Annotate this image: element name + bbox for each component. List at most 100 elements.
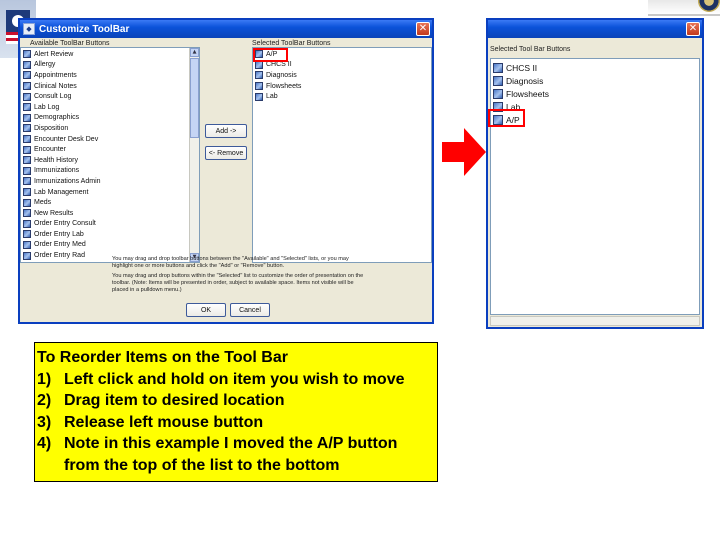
list-item-label: Order Entry Lab (34, 230, 84, 238)
app-icon: ◆ (23, 23, 35, 35)
list-item-label: CHCS II (266, 61, 292, 69)
list-item[interactable]: Meds (23, 197, 199, 208)
list-item[interactable]: Health History (23, 155, 199, 166)
toolbar-button-icon (493, 62, 503, 73)
list-item[interactable]: Disposition (23, 123, 199, 134)
toolbar-button-icon (23, 156, 31, 165)
close-icon[interactable]: ✕ (416, 22, 430, 36)
instruction-step: 1) Left click and hold on item you wish … (37, 369, 437, 391)
list-item-label: Lab Management (34, 188, 89, 196)
list-item-label: Diagnosis (506, 75, 544, 86)
toolbar-button-icon (23, 124, 31, 133)
list-item[interactable]: Diagnosis (493, 74, 699, 87)
step-text: Drag item to desired location (64, 392, 285, 409)
available-list-label: Available ToolBar Buttons (30, 40, 110, 47)
toolbar-button-icon (23, 177, 31, 186)
step-number: 4) (37, 435, 52, 452)
list-item-label: Allergy (34, 61, 56, 69)
toolbar-button-icon (255, 71, 263, 80)
toolbar-button-icon (23, 50, 31, 59)
list-item[interactable]: Order Entry Consult (23, 219, 199, 230)
list-item-label: Order Entry Rad (34, 252, 85, 260)
available-scrollbar[interactable]: ▲ ▼ (189, 48, 199, 262)
step-number: 1) (37, 370, 52, 388)
seal-icon (698, 0, 720, 12)
customize-toolbar-dialog: ◆ Customize ToolBar ✕ Available ToolBar … (18, 18, 434, 324)
list-item-label: Lab Log (34, 103, 60, 111)
right-arrow-icon (442, 128, 486, 176)
list-item[interactable]: Appointments (23, 70, 199, 81)
instruction-step: 4) Note in this example I moved the A/P … (37, 433, 437, 476)
help-note-reorder: You may drag and drop buttons within the… (112, 273, 364, 293)
seal-logo (648, 0, 720, 16)
list-item-label: Clinical Notes (34, 82, 77, 90)
toolbar-button-icon (23, 145, 31, 154)
result-titlebar: ✕ (488, 20, 702, 38)
list-item[interactable]: Flowsheets (493, 87, 699, 100)
list-item[interactable]: Alert Review (23, 49, 199, 60)
list-item-label: Meds (34, 199, 52, 207)
list-item-label: Disposition (34, 124, 69, 132)
toolbar-button-icon (23, 103, 31, 112)
toolbar-button-icon (255, 92, 263, 101)
list-item[interactable]: Consult Log (23, 91, 199, 102)
instruction-step: 3) Release left mouse button (37, 412, 437, 434)
scroll-thumb[interactable] (190, 58, 199, 138)
list-item-label: Immunizations (34, 167, 80, 175)
available-list[interactable]: Alert Review Allergy Appointments Clinical … (20, 47, 200, 263)
list-item-label: New Results (34, 209, 74, 217)
result-list[interactable]: CHCS II Diagnosis Flowsheets Lab A/P (490, 58, 700, 315)
list-item[interactable]: Lab Management (23, 187, 199, 198)
result-hscrollbar[interactable] (490, 316, 700, 326)
list-item-label: Diagnosis (266, 71, 297, 79)
list-item[interactable]: Lab (255, 91, 431, 102)
close-icon[interactable]: ✕ (686, 22, 700, 36)
list-item[interactable]: Order Entry Lab (23, 229, 199, 240)
cancel-button[interactable]: Cancel (230, 303, 270, 317)
add-button[interactable]: Add -> (205, 124, 247, 138)
list-item[interactable]: Order Entry Med (23, 240, 199, 251)
ok-button[interactable]: OK (186, 303, 226, 317)
remove-button[interactable]: <- Remove (205, 146, 247, 160)
list-item[interactable]: Lab Log (23, 102, 199, 113)
ap-highlight-bottom (488, 109, 525, 127)
dialog-titlebar: ◆ Customize ToolBar ✕ (20, 20, 432, 38)
toolbar-button-icon (23, 92, 31, 101)
instructions-panel: To Reorder Items on the Tool Bar 1) Left… (34, 342, 438, 482)
toolbar-button-icon (23, 166, 31, 175)
list-item-label: Consult Log (34, 93, 72, 101)
step-text: Note in this example I moved the A/P but… (64, 435, 398, 474)
toolbar-button-icon (255, 60, 263, 69)
list-item[interactable]: Flowsheets (255, 81, 431, 92)
list-item-label: Order Entry Consult (34, 220, 96, 228)
list-item-label: Order Entry Med (34, 241, 86, 249)
list-item[interactable]: Encounter Desk Dev (23, 134, 199, 145)
toolbar-button-icon (23, 240, 31, 249)
list-item-label: CHCS II (506, 62, 538, 73)
list-item-label: Flowsheets (506, 88, 549, 99)
toolbar-button-icon (23, 60, 31, 69)
selected-list[interactable]: A/P CHCS II Diagnosis Flowsheets Lab (252, 47, 432, 263)
toolbar-button-icon (493, 75, 503, 86)
scroll-up-icon[interactable]: ▲ (190, 48, 199, 57)
result-list-label: Selected Tool Bar Buttons (490, 46, 571, 53)
list-item[interactable]: Diagnosis (255, 70, 431, 81)
toolbar-button-icon (493, 88, 503, 99)
instruction-step: 2) Drag item to desired location (37, 390, 437, 412)
list-item-label: Alert Review (34, 50, 74, 58)
list-item[interactable]: CHCS II (493, 61, 699, 74)
list-item[interactable]: Encounter (23, 144, 199, 155)
list-item-label: Immunizations Admin (34, 177, 101, 185)
step-number: 3) (37, 413, 52, 431)
list-item-label: Flowsheets (266, 82, 302, 90)
step-text: Left click and hold on item you wish to … (64, 370, 405, 388)
list-item[interactable]: Immunizations Admin (23, 176, 199, 187)
toolbar-button-icon (23, 82, 31, 91)
step-text: Release left mouse button (64, 413, 264, 431)
list-item[interactable]: Clinical Notes (23, 81, 199, 92)
list-item[interactable]: Immunizations (23, 166, 199, 177)
toolbar-button-icon (23, 198, 31, 207)
list-item[interactable]: New Results (23, 208, 199, 219)
list-item[interactable]: Allergy (23, 60, 199, 71)
list-item[interactable]: Demographics (23, 113, 199, 124)
